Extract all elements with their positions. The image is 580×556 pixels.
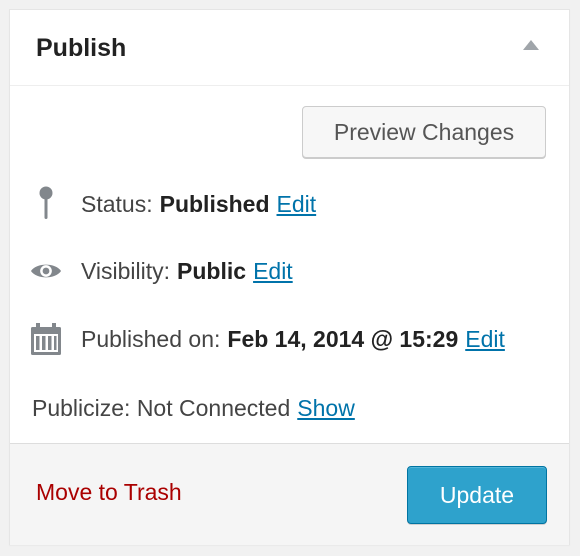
move-to-trash-link[interactable]: Move to Trash: [36, 479, 182, 506]
visibility-edit-link[interactable]: Edit: [253, 258, 293, 285]
publish-box-header[interactable]: Publish: [10, 10, 569, 86]
preview-changes-button[interactable]: Preview Changes: [302, 106, 546, 158]
status-edit-link[interactable]: Edit: [277, 191, 317, 218]
visibility-row: Visibility: Public Edit: [30, 253, 293, 289]
update-button[interactable]: Update: [407, 466, 547, 524]
collapse-toggle-icon[interactable]: [523, 40, 539, 50]
published-on-row: Published on: Feb 14, 2014 @ 15:29 Edit: [30, 321, 505, 357]
publish-title: Publish: [36, 34, 127, 62]
calendar-icon: [30, 321, 62, 357]
publish-box: Publish Preview Changes Status: Publishe…: [9, 9, 570, 545]
publicize-row: Publicize: Not Connected Show: [32, 390, 355, 426]
publish-actions: Move to Trash Update: [10, 443, 569, 545]
status-label: Status:: [81, 190, 153, 217]
publicize-label: Publicize: Not Connected: [32, 394, 291, 421]
pin-icon: [30, 186, 62, 222]
published-on-label: Published on:: [81, 325, 221, 352]
published-on-edit-link[interactable]: Edit: [465, 326, 505, 353]
eye-icon: [30, 253, 62, 289]
status-value: Published: [159, 190, 270, 217]
publicize-show-link[interactable]: Show: [297, 395, 355, 422]
visibility-label: Visibility:: [81, 257, 171, 284]
visibility-value: Public: [177, 257, 247, 284]
status-row: Status: Published Edit: [30, 186, 316, 222]
published-on-value: Feb 14, 2014 @ 15:29: [227, 325, 459, 352]
